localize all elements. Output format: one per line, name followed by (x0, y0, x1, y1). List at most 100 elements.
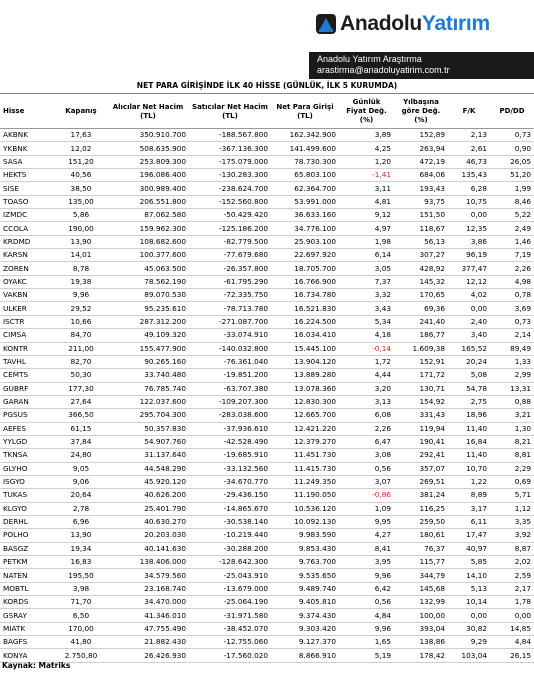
cell-hisse: GARAN (0, 395, 55, 410)
cell-kapanis: 29,52 (55, 301, 107, 316)
cell-kapanis: 16,83 (55, 555, 107, 570)
cell-net-giris: 12.665.700 (271, 408, 339, 423)
cell-fk: 3,86 (448, 235, 490, 250)
cell-kapanis: 61,15 (55, 422, 107, 436)
cell-yilbasi-deg: 472,19 (394, 155, 448, 170)
table-row: GARAN 27,64 122.037.600 -109.207.300 12.830.… (0, 395, 534, 410)
cell-yilbasi-deg: 145,32 (394, 275, 448, 290)
cell-hisse: PETKM (0, 555, 55, 570)
cell-saticilar: -76.361.040 (189, 355, 271, 370)
cell-hisse: TUKAS (0, 488, 55, 503)
cell-fk: 18,96 (448, 408, 490, 423)
cell-gunluk-deg: 9,96 (339, 622, 394, 637)
cell-saticilar: -10.219.440 (189, 528, 271, 543)
cell-fk: 30,82 (448, 622, 490, 637)
cell-yilbasi-deg: 130,71 (394, 382, 448, 396)
cell-yilbasi-deg: 292,41 (394, 448, 448, 463)
cell-saticilar: -125.186.200 (189, 221, 271, 236)
cell-net-giris: 162.342.900 (271, 128, 339, 143)
table-row: ISGYO 9,06 45.920.120 -34.670.770 11.249.350… (0, 475, 534, 490)
cell-alicilar: 76.785.740 (107, 382, 189, 396)
cell-net-giris: 13.904.120 (271, 355, 339, 370)
cell-gunluk-deg: 9,96 (339, 568, 394, 583)
cell-alicilar: 31.137.640 (107, 448, 189, 463)
cell-kapanis: 211,00 (55, 342, 107, 356)
cell-gunluk-deg: 6,42 (339, 582, 394, 597)
cell-gunluk-deg: 1,09 (339, 502, 394, 516)
cell-gunluk-deg: 5,34 (339, 315, 394, 330)
cell-pddd: 3,92 (490, 528, 534, 543)
cell-gunluk-deg: 0,56 (339, 595, 394, 610)
table-row: SASA 151,20 253.809.300 -175.079.000 78.730.… (0, 155, 534, 170)
table-row: CEMTS 50,30 33.740.480 -19.851.200 13.889.28… (0, 368, 534, 383)
header-alicilar: Alıcılar Net Hacim (TL) (107, 95, 189, 129)
cell-yilbasi-deg: 152,89 (394, 128, 448, 143)
cell-alicilar: 300.989.400 (107, 181, 189, 196)
cell-kapanis: 6,50 (55, 608, 107, 623)
table-row: TKNSA 24,80 31.137.640 -19.685.910 11.451.73… (0, 448, 534, 463)
cell-pddd: 1,30 (490, 422, 534, 436)
cell-hisse: POLHO (0, 528, 55, 543)
cell-net-giris: 13.078.360 (271, 382, 339, 396)
cell-hisse: ISCTR (0, 315, 55, 330)
cell-kapanis: 40,56 (55, 168, 107, 183)
table-row: GSRAY 6,50 41.346.010 -31.971.580 9.374.430 4… (0, 608, 534, 623)
cell-gunluk-deg: 4,18 (339, 328, 394, 343)
cell-kapanis: 151,20 (55, 155, 107, 170)
cell-net-giris: 62.364.700 (271, 181, 339, 196)
cell-net-giris: 16.034.410 (271, 328, 339, 343)
cell-pddd: 0,78 (490, 288, 534, 303)
cell-fk: 6,11 (448, 515, 490, 530)
cell-alicilar: 138.406.000 (107, 555, 189, 570)
cell-alicilar: 350.910.700 (107, 128, 189, 143)
cell-yilbasi-deg: 76,37 (394, 542, 448, 557)
cell-hisse: TOASO (0, 195, 55, 210)
cell-pddd: 4,84 (490, 635, 534, 650)
cell-yilbasi-deg: 381,24 (394, 488, 448, 503)
cell-saticilar: -38.452.070 (189, 622, 271, 637)
cell-pddd: 0,00 (490, 608, 534, 623)
cell-alicilar: 122.037.600 (107, 395, 189, 410)
cell-kapanis: 27,64 (55, 395, 107, 410)
table-row: YKBNK 12,02 508.635.900 -367.136.300 141.499… (0, 141, 534, 156)
cell-fk: 6,28 (448, 181, 490, 196)
cell-saticilar: -33.132.560 (189, 462, 271, 476)
header-gunluk-deg: Günlük Fiyat Değ.(%) (339, 95, 394, 129)
cell-alicilar: 108.682.600 (107, 235, 189, 250)
cell-kapanis: 24,80 (55, 448, 107, 463)
cell-yilbasi-deg: 186,77 (394, 328, 448, 343)
cell-kapanis: 10,66 (55, 315, 107, 330)
cell-saticilar: -31.971.580 (189, 608, 271, 623)
table-row: SISE 38,50 300.989.400 -238.624.700 62.364.7… (0, 181, 534, 196)
cell-yilbasi-deg: 170,65 (394, 288, 448, 303)
cell-fk: 20,24 (448, 355, 490, 370)
cell-net-giris: 12.421.220 (271, 422, 339, 436)
table-row: KONYA 2.750,80 26.426.930 -17.560.020 8.866.… (0, 648, 534, 663)
cell-saticilar: -29.436.150 (189, 488, 271, 503)
cell-kapanis: 13,90 (55, 528, 107, 543)
table-body: AKBNK 17,63 350.910.700 -188.567.800 162.342… (0, 128, 534, 663)
cell-kapanis: 37,84 (55, 435, 107, 450)
cell-alicilar: 508.635.900 (107, 141, 189, 156)
logo-mark-icon (315, 13, 337, 35)
cell-saticilar: -82.779.500 (189, 235, 271, 250)
cell-net-giris: 11.415.730 (271, 462, 339, 476)
table-row: TAVHL 82,70 90.265.160 -76.361.040 13.904.12… (0, 355, 534, 370)
table-row: GUBRF 177,30 76.785.740 -63.707.380 13.078.3… (0, 382, 534, 396)
cell-saticilar: -188.567.800 (189, 128, 271, 143)
cell-yilbasi-deg: 684,06 (394, 168, 448, 183)
cell-kapanis: 9,05 (55, 462, 107, 476)
cell-hisse: ZOREN (0, 261, 55, 276)
cell-saticilar: -17.560.020 (189, 648, 271, 663)
cell-yilbasi-deg: 138,86 (394, 635, 448, 650)
table-row: KORDS 71,70 34.470.000 -25.064.190 9.405.810… (0, 595, 534, 610)
cell-gunluk-deg: 3,43 (339, 301, 394, 316)
table-row: MOBTL 3,98 23.168.740 -13.679.000 9.489.740 6… (0, 582, 534, 597)
cell-fk: 5,13 (448, 582, 490, 597)
cell-fk: 2,61 (448, 141, 490, 156)
table-row: ULKER 29,52 95.235.610 -78.713.780 16.521.83… (0, 301, 534, 316)
cell-gunluk-deg: 4,27 (339, 528, 394, 543)
cell-kapanis: 50,30 (55, 368, 107, 383)
cell-yilbasi-deg: 145,68 (394, 582, 448, 597)
table-row: NATEN 195,50 34.579.560 -25.043.910 9.535.65… (0, 568, 534, 583)
